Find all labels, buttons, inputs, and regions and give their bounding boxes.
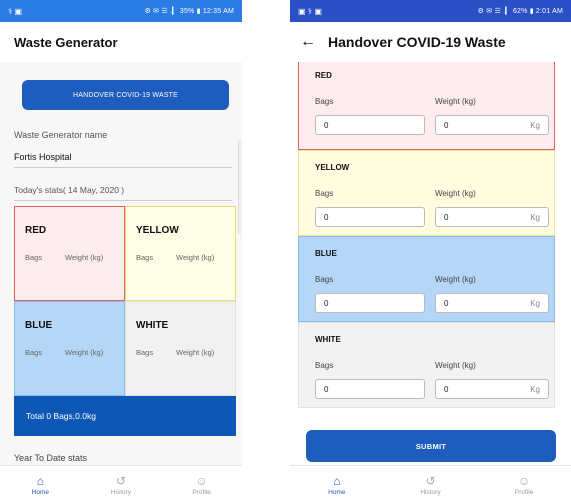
nav-home[interactable]: ⌂ Home xyxy=(10,475,70,496)
red-weight-input[interactable]: 0 Kg xyxy=(435,115,549,135)
todays-stats-label: Today's stats( 14 May, 2020 ) xyxy=(14,185,125,195)
kg-unit: Kg xyxy=(530,212,540,222)
stats-red-bags-label: Bags xyxy=(25,253,43,262)
status-info: ⚙ ✉ ☰ .▎ 35% ▮ 12:35 AM xyxy=(144,8,234,15)
white-weight-input[interactable]: 0 Kg xyxy=(435,379,549,399)
nav-profile-label: Profile xyxy=(192,488,211,496)
bottom-navigation: ⌂ Home ↺ History ☺ Profile xyxy=(290,465,571,504)
scrollbar[interactable] xyxy=(238,140,242,234)
stats-yellow: YELLOW Bags Weight (kg) xyxy=(125,206,236,301)
card-yellow-weight-label: Weight (kg) xyxy=(435,189,476,198)
stats-blue: BLUE Bags Weight (kg) xyxy=(14,301,125,396)
nav-profile[interactable]: ☺ Profile xyxy=(172,475,232,496)
stats-blue-title: BLUE xyxy=(25,320,53,331)
card-blue-bags-label: Bags xyxy=(315,275,334,284)
app-bar: ← Handover COVID-19 Waste xyxy=(290,22,571,62)
back-arrow-icon[interactable]: ← xyxy=(300,34,316,50)
white-bags-input[interactable]: 0 xyxy=(315,379,425,399)
main-content[interactable]: RED Bags Weight (kg) 0 0 Kg YELLOW Bags W… xyxy=(290,62,571,465)
card-blue-weight-label: Weight (kg) xyxy=(435,275,476,284)
stats-red-title: RED xyxy=(25,225,47,236)
nav-home-label: Home xyxy=(328,488,346,496)
card-yellow-title: YELLOW xyxy=(315,163,350,172)
blue-bags-input[interactable]: 0 xyxy=(315,293,425,313)
nav-history-label: History xyxy=(420,488,441,496)
status-icons-left: ⚕ ▣ xyxy=(8,6,23,16)
nav-home[interactable]: ⌂ Home xyxy=(307,475,367,496)
card-white: WHITE Bags Weight (kg) 0 0 Kg xyxy=(298,322,555,408)
stats-white: WHITE Bags Weight (kg) xyxy=(125,301,236,396)
white-weight-value: 0 xyxy=(444,384,449,394)
home-icon: ⌂ xyxy=(333,473,341,488)
status-bar: ▣ ⚕ ▣ ⚙ ✉ ☰ .▎ 62% ▮ 2:01 AM xyxy=(290,0,571,22)
page-title: Waste Generator xyxy=(14,34,118,50)
profile-icon: ☺ xyxy=(518,473,531,488)
home-icon: ⌂ xyxy=(36,473,44,488)
stats-white-bags-label: Bags xyxy=(136,348,154,357)
stats-white-title: WHITE xyxy=(136,320,169,331)
card-white-weight-label: Weight (kg) xyxy=(435,361,476,370)
red-bags-value: 0 xyxy=(324,120,329,130)
waste-generator-name-value: Fortis Hospital xyxy=(14,152,72,162)
card-white-bags-label: Bags xyxy=(315,361,334,370)
kg-unit: Kg xyxy=(530,120,540,130)
nav-history[interactable]: ↺ History xyxy=(91,475,151,496)
stats-yellow-bags-label: Bags xyxy=(136,253,154,262)
kg-unit: Kg xyxy=(530,298,540,308)
stats-red-weight-label: Weight (kg) xyxy=(65,253,104,262)
card-white-title: WHITE xyxy=(315,335,341,344)
handover-screen: ▣ ⚕ ▣ ⚙ ✉ ☰ .▎ 62% ▮ 2:01 AM ← Handover … xyxy=(290,0,571,504)
card-red-weight-label: Weight (kg) xyxy=(435,97,476,106)
status-icons-left: ▣ ⚕ ▣ xyxy=(298,6,322,16)
stats-blue-bags-label: Bags xyxy=(25,348,43,357)
white-bags-value: 0 xyxy=(324,384,329,394)
nav-profile-label: Profile xyxy=(514,488,534,496)
card-red: RED Bags Weight (kg) 0 0 Kg xyxy=(298,62,555,150)
handover-covid-waste-button[interactable]: HANDOVER COVID-19 WASTE xyxy=(22,80,229,110)
red-bags-input[interactable]: 0 xyxy=(315,115,425,135)
profile-icon: ☺ xyxy=(195,473,208,488)
card-red-title: RED xyxy=(315,71,332,80)
nav-home-label: Home xyxy=(31,488,49,496)
submit-button[interactable]: SUBMIT xyxy=(306,430,556,462)
stats-yellow-title: YELLOW xyxy=(136,225,179,236)
divider xyxy=(14,200,232,201)
divider xyxy=(14,167,232,168)
blue-weight-input[interactable]: 0 Kg xyxy=(435,293,549,313)
bottom-navigation: ⌂ Home ↺ History ☺ Profile xyxy=(0,465,242,504)
nav-profile[interactable]: ☺ Profile xyxy=(494,475,554,496)
stats-white-weight-label: Weight (kg) xyxy=(176,348,215,357)
nav-history-label: History xyxy=(110,488,132,496)
card-yellow-bags-label: Bags xyxy=(315,189,334,198)
stats-blue-weight-label: Weight (kg) xyxy=(65,348,104,357)
card-red-bags-label: Bags xyxy=(315,97,334,106)
main-content[interactable]: HANDOVER COVID-19 WASTE Waste Generator … xyxy=(0,62,242,465)
card-yellow: YELLOW Bags Weight (kg) 0 0 Kg xyxy=(298,150,555,236)
blue-bags-value: 0 xyxy=(324,298,329,308)
page-title: Handover COVID-19 Waste xyxy=(328,34,506,50)
stats-red: RED Bags Weight (kg) xyxy=(14,206,125,301)
card-blue-title: BLUE xyxy=(315,249,337,258)
blue-weight-value: 0 xyxy=(444,298,449,308)
yellow-weight-input[interactable]: 0 Kg xyxy=(435,207,549,227)
status-bar: ⚕ ▣ ⚙ ✉ ☰ .▎ 35% ▮ 12:35 AM xyxy=(0,0,242,22)
kg-unit: Kg xyxy=(530,384,540,394)
card-blue: BLUE Bags Weight (kg) 0 0 Kg xyxy=(298,236,555,322)
history-icon: ↺ xyxy=(425,473,436,488)
yellow-bags-value: 0 xyxy=(324,212,329,222)
app-bar: Waste Generator xyxy=(0,22,242,62)
status-info: ⚙ ✉ ☰ .▎ 62% ▮ 2:01 AM xyxy=(477,8,563,15)
total-summary: Total 0 Bags,0.0kg xyxy=(14,396,236,436)
waste-generator-name-label: Waste Generator name xyxy=(14,130,108,140)
yellow-bags-input[interactable]: 0 xyxy=(315,207,425,227)
stats-yellow-weight-label: Weight (kg) xyxy=(176,253,215,262)
yellow-weight-value: 0 xyxy=(444,212,449,222)
waste-generator-screen: ⚕ ▣ ⚙ ✉ ☰ .▎ 35% ▮ 12:35 AM Waste Genera… xyxy=(0,0,242,504)
history-icon: ↺ xyxy=(115,473,127,488)
red-weight-value: 0 xyxy=(444,120,449,130)
year-to-date-label: Year To Date stats xyxy=(14,453,88,463)
nav-history[interactable]: ↺ History xyxy=(400,475,460,496)
